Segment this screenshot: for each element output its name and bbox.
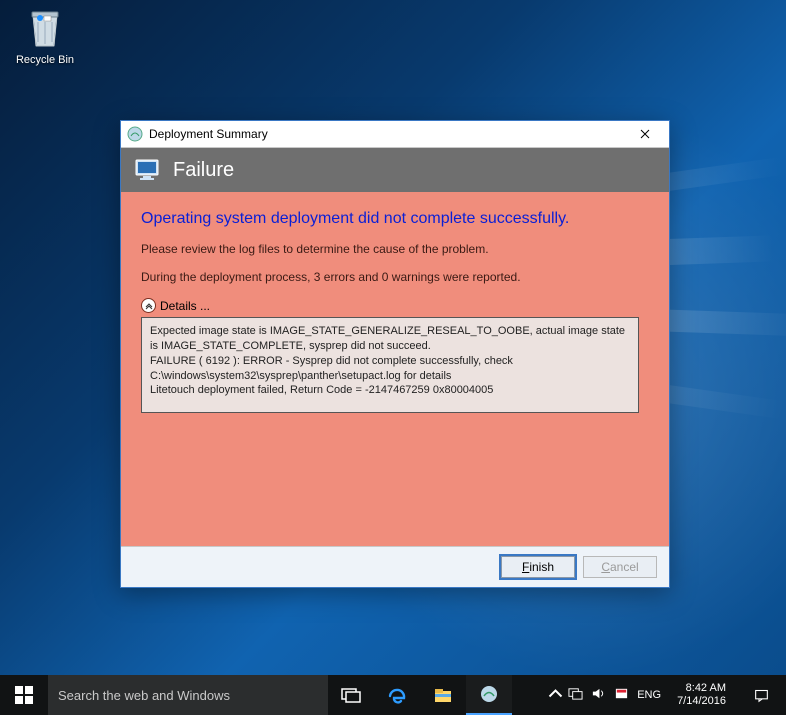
recycle-bin-icon <box>25 6 65 50</box>
system-tray: ENG 8:42 AM 7/14/2016 <box>542 675 786 715</box>
file-explorer-button[interactable] <box>420 675 466 715</box>
window-title: Deployment Summary <box>149 127 625 141</box>
chevron-up-icon <box>141 298 156 313</box>
dialog-body: Operating system deployment did not comp… <box>121 192 669 546</box>
details-box: Expected image state is IMAGE_STATE_GENE… <box>141 317 639 413</box>
dialog-footer: Finish Cancel <box>121 546 669 587</box>
details-line: Expected image state is IMAGE_STATE_GENE… <box>150 324 630 354</box>
summary-line: During the deployment process, 3 errors … <box>141 270 649 284</box>
details-toggle[interactable]: Details ... <box>141 298 649 313</box>
banner-heading: Failure <box>173 159 234 182</box>
taskbar-search[interactable]: Search the web and Windows <box>48 675 328 715</box>
clock-time: 8:42 AM <box>677 682 726 695</box>
network-icon[interactable] <box>568 686 583 704</box>
taskbar-clock[interactable]: 8:42 AM 7/14/2016 <box>669 682 734 708</box>
desktop-icon-recycle-bin[interactable]: Recycle Bin <box>8 6 82 66</box>
clock-date: 7/14/2016 <box>677 695 726 708</box>
search-placeholder: Search the web and Windows <box>58 688 230 703</box>
window-close-button[interactable] <box>625 122 665 146</box>
details-line: Litetouch deployment failed, Return Code… <box>150 383 630 398</box>
details-label: Details ... <box>160 299 210 313</box>
desktop-icon-label: Recycle Bin <box>8 54 82 66</box>
action-center-button[interactable] <box>742 688 780 703</box>
finish-button[interactable]: Finish <box>501 556 575 578</box>
task-view-button[interactable] <box>328 675 374 715</box>
security-tray-icon[interactable] <box>614 686 629 704</box>
taskbar-app-mdt[interactable] <box>466 675 512 715</box>
volume-icon[interactable] <box>591 686 606 704</box>
start-button[interactable] <box>0 675 48 715</box>
language-indicator[interactable]: ENG <box>637 689 661 701</box>
instruction-text: Please review the log files to determine… <box>141 242 649 256</box>
app-icon <box>127 126 143 142</box>
taskbar: Search the web and Windows ENG 8:42 AM 7… <box>0 675 786 715</box>
tray-overflow-button[interactable] <box>548 686 560 704</box>
cancel-button: Cancel <box>583 556 657 578</box>
failure-headline: Operating system deployment did not comp… <box>141 210 649 228</box>
monitor-icon <box>135 158 163 182</box>
edge-button[interactable] <box>374 675 420 715</box>
window-titlebar[interactable]: Deployment Summary <box>121 121 669 148</box>
deployment-summary-window: Deployment Summary Failure Operating sys… <box>120 120 670 588</box>
taskbar-spacer <box>512 675 542 715</box>
details-line: FAILURE ( 6192 ): ERROR - Sysprep did no… <box>150 354 630 384</box>
dialog-banner: Failure <box>121 148 669 192</box>
